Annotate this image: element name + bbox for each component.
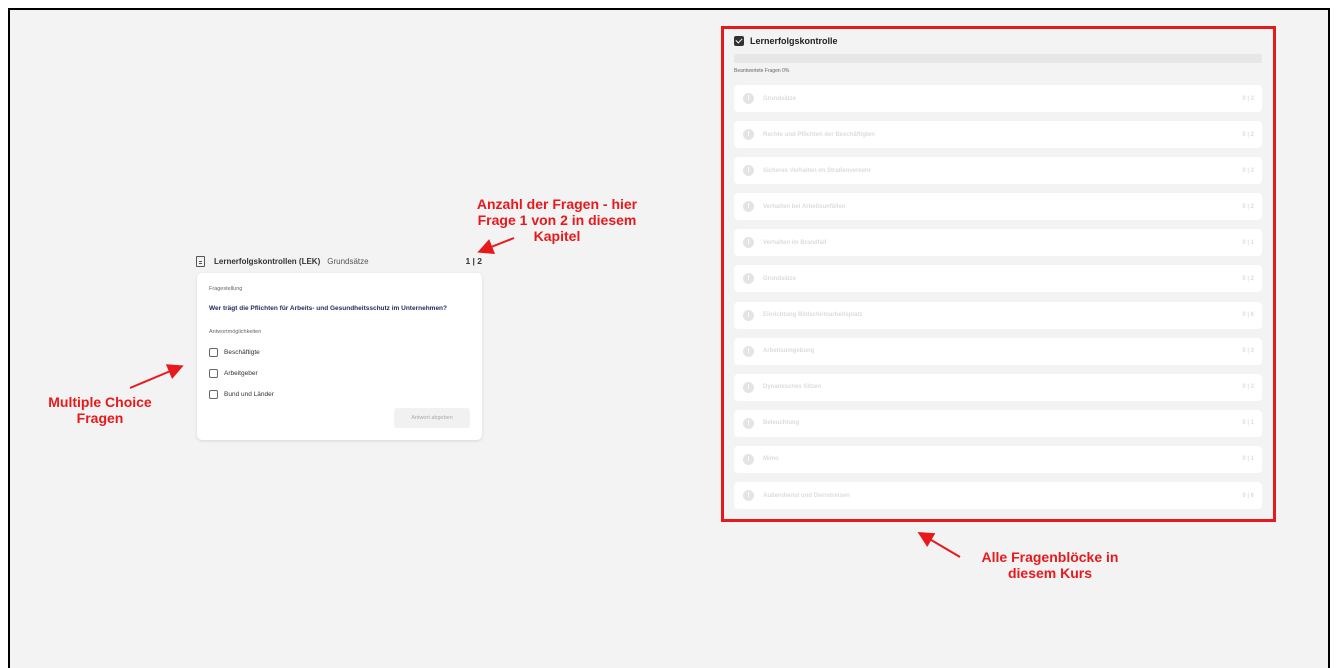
arrow-to-counter (477, 237, 515, 255)
arrow-to-options (129, 364, 184, 389)
arrow-to-panel (917, 531, 961, 558)
annotation-arrows (129, 237, 961, 558)
